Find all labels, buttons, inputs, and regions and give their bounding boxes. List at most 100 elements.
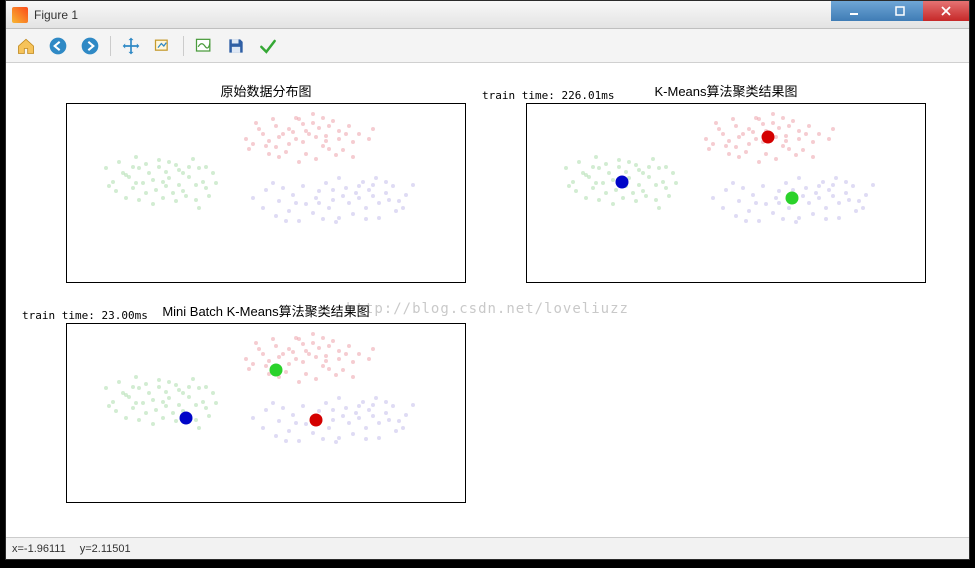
- scatter-dot: [401, 426, 405, 430]
- scatter-dot: [331, 418, 335, 422]
- minimize-button[interactable]: [831, 1, 877, 21]
- scatter-dot: [371, 183, 375, 187]
- scatter-dot: [277, 419, 281, 423]
- scatter-dot: [844, 180, 848, 184]
- pan-button[interactable]: [119, 34, 143, 58]
- scatter-dot: [274, 344, 278, 348]
- scatter-dot: [301, 342, 305, 346]
- scatter-dot: [734, 145, 738, 149]
- scatter-dot: [277, 135, 281, 139]
- scatter-dot: [751, 193, 755, 197]
- scatter-dot: [634, 163, 638, 167]
- status-y: y=2.11501: [80, 543, 131, 555]
- edit-params-button[interactable]: [256, 34, 280, 58]
- scatter-dot: [341, 148, 345, 152]
- scatter-dot: [584, 196, 588, 200]
- scatter-dot: [601, 181, 605, 185]
- scatter-dot: [367, 357, 371, 361]
- scatter-dot: [367, 137, 371, 141]
- scatter-dot: [207, 194, 211, 198]
- scatter-dot: [197, 426, 201, 430]
- scatter-dot: [581, 171, 585, 175]
- scatter-dot: [334, 153, 338, 157]
- scatter-dot: [801, 194, 805, 198]
- scatter-dot: [777, 201, 781, 205]
- scatter-dot: [164, 170, 168, 174]
- scatter-dot: [304, 422, 308, 426]
- cluster-centroid: [270, 364, 283, 377]
- scatter-dot: [301, 360, 305, 364]
- titlebar[interactable]: Figure 1: [6, 1, 969, 29]
- scatter-dot: [737, 199, 741, 203]
- scatter-dot: [347, 124, 351, 128]
- scatter-dot: [811, 155, 815, 159]
- scatter-dot: [311, 341, 315, 345]
- scatter-dot: [341, 368, 345, 372]
- scatter-dot: [711, 196, 715, 200]
- app-icon: [12, 7, 28, 23]
- scatter-dot: [261, 426, 265, 430]
- home-button[interactable]: [14, 34, 38, 58]
- scatter-dot: [564, 166, 568, 170]
- cluster-centroid: [786, 192, 799, 205]
- scatter-dot: [377, 201, 381, 205]
- figure-canvas[interactable]: http://blog.csdn.net/loveliuzz 原始数据分布图 K…: [6, 63, 969, 537]
- scatter-dot: [717, 127, 721, 131]
- scatter-dot: [251, 142, 255, 146]
- scatter-dot: [264, 408, 268, 412]
- scatter-dot: [721, 206, 725, 210]
- scatter-dot: [804, 186, 808, 190]
- scatter-dot: [271, 401, 275, 405]
- scatter-dot: [331, 119, 335, 123]
- configure-button[interactable]: [192, 34, 216, 58]
- scatter-dot: [301, 404, 305, 408]
- scatter-dot: [344, 406, 348, 410]
- scatter-dot: [157, 378, 161, 382]
- scatter-dot: [167, 396, 171, 400]
- scatter-dot: [164, 390, 168, 394]
- scatter-dot: [251, 362, 255, 366]
- save-button[interactable]: [224, 34, 248, 58]
- zoom-button[interactable]: [151, 34, 175, 58]
- scatter-dot: [131, 406, 135, 410]
- train-time-label: train time: 23.00ms: [22, 309, 148, 322]
- forward-button[interactable]: [78, 34, 102, 58]
- scatter-dot: [821, 180, 825, 184]
- scatter-dot: [161, 416, 165, 420]
- scatter-dot: [797, 216, 801, 220]
- scatter-dot: [357, 196, 361, 200]
- scatter-dot: [111, 400, 115, 404]
- scatter-dot: [744, 150, 748, 154]
- scatter-dot: [307, 352, 311, 356]
- home-icon: [16, 36, 36, 56]
- train-time-label: train time: 226.01ms: [482, 89, 614, 102]
- close-button[interactable]: [923, 1, 969, 21]
- scatter-dot: [204, 385, 208, 389]
- subplot-kmeans: K-Means算法聚类结果图 train time: 226.01ms: [526, 103, 926, 283]
- scatter-dot: [397, 419, 401, 423]
- scatter-dot: [147, 391, 151, 395]
- back-button[interactable]: [46, 34, 70, 58]
- scatter-dot: [294, 421, 298, 425]
- scatter-dot: [247, 367, 251, 371]
- scatter-dot: [814, 191, 818, 195]
- scatter-dot: [794, 220, 798, 224]
- maximize-button[interactable]: [877, 1, 923, 21]
- scatter-dot: [371, 347, 375, 351]
- scatter-dot: [117, 160, 121, 164]
- scatter-dot: [337, 396, 341, 400]
- scatter-dot: [377, 436, 381, 440]
- scatter-dot: [297, 219, 301, 223]
- scatter-dot: [114, 189, 118, 193]
- scatter-dot: [371, 414, 375, 418]
- scatter-dot: [167, 380, 171, 384]
- scatter-dot: [154, 188, 158, 192]
- scatter-dot: [377, 216, 381, 220]
- scatter-dot: [187, 175, 191, 179]
- scatter-dot: [314, 377, 318, 381]
- scatter-dot: [391, 404, 395, 408]
- scatter-dot: [661, 180, 665, 184]
- scatter-dot: [201, 180, 205, 184]
- scatter-dot: [131, 165, 135, 169]
- scatter-dot: [204, 406, 208, 410]
